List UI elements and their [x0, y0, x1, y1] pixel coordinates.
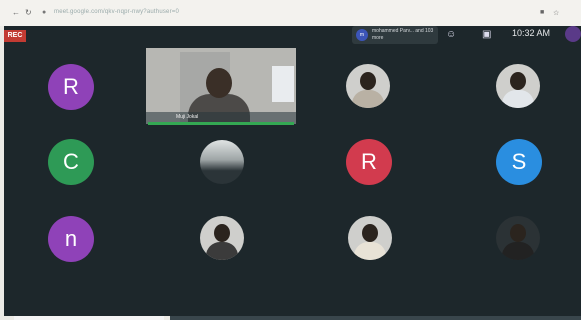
presenter-text: mohammed Parv... and 103 more [372, 28, 434, 41]
meeting-clock: 10:32 AM [512, 28, 551, 38]
participant-avatar[interactable]: R [48, 64, 94, 110]
participant-photo[interactable] [348, 216, 392, 260]
participant-avatar[interactable]: C [48, 139, 94, 185]
presenter-indicator[interactable]: m mohammed Parv... and 103 more [352, 26, 438, 44]
chat-icon[interactable]: ▣ [482, 29, 491, 40]
presenter-avatar: m [356, 29, 368, 41]
participant-photo[interactable] [496, 216, 540, 260]
active-speaker-indicator [148, 122, 294, 125]
video-tile[interactable]: Muji Jokal [146, 48, 296, 124]
people-icon[interactable]: ☺ [446, 29, 456, 40]
recording-badge: REC [4, 30, 26, 42]
url-text: meet.google.com/qkv-nqpr-nwy?authuser=0 [54, 9, 180, 15]
browser-toolbar: ← ↻ ● meet.google.com/qkv-nqpr-nwy?authu… [0, 0, 581, 26]
back-arrow-icon[interactable]: ← [12, 9, 20, 17]
reload-icon[interactable]: ↻ [25, 9, 32, 17]
bottom-strip [14, 316, 164, 320]
participant-photo[interactable] [346, 64, 390, 108]
lock-icon: ● [42, 9, 47, 16]
participant-avatar[interactable]: R [346, 139, 392, 185]
participant-photo[interactable] [200, 140, 244, 184]
video-tile-name: Muji Jokal [176, 114, 199, 120]
self-avatar[interactable] [565, 26, 581, 42]
participant-avatar[interactable]: S [496, 139, 542, 185]
extension-icon[interactable]: ■ [540, 9, 544, 16]
star-icon[interactable]: ☆ [553, 9, 559, 17]
participant-photo[interactable] [496, 64, 540, 108]
participant-photo[interactable] [200, 216, 244, 260]
taskbar [170, 316, 581, 320]
participant-avatar[interactable]: n [48, 216, 94, 262]
address-bar[interactable]: ● meet.google.com/qkv-nqpr-nwy?authuser=… [42, 8, 512, 19]
